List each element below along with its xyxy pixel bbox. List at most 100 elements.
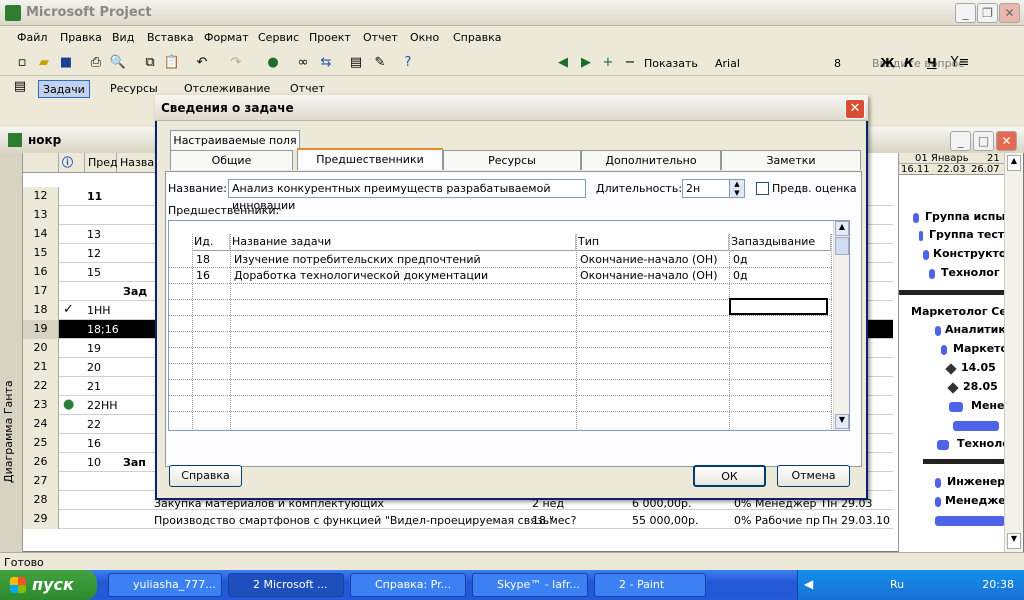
row-id[interactable]: 15 — [23, 244, 59, 263]
row-id[interactable]: 17 — [23, 282, 59, 301]
row-id[interactable]: 24 — [23, 415, 59, 434]
row-id[interactable]: 19 — [23, 320, 59, 339]
row-predecessors[interactable]: 18;16 — [87, 323, 119, 336]
row-id[interactable]: 29 — [23, 510, 59, 529]
row-predecessors[interactable]: 22НН — [87, 399, 118, 412]
cancel-button[interactable]: Отмена — [777, 465, 850, 487]
vertical-scrollbar[interactable]: ▲ ▼ — [1004, 153, 1023, 552]
dialog-close-icon[interactable]: ✕ — [845, 99, 865, 119]
guide-icon[interactable]: ▤ — [10, 77, 30, 97]
gantt-bar[interactable] — [935, 497, 941, 507]
font-size-select[interactable]: 8 — [834, 57, 841, 70]
split-icon[interactable]: ⇆ — [316, 53, 336, 73]
menu-report[interactable]: Отчет — [363, 31, 398, 44]
grid-cell-type[interactable]: Окончание-начало (ОН) — [578, 268, 717, 284]
row-id[interactable]: 12 — [23, 187, 59, 206]
gantt-summary-bar[interactable] — [923, 459, 1005, 464]
grid-scroll-up-icon[interactable]: ▲ — [835, 221, 849, 236]
bold-button[interactable]: Ж — [880, 56, 895, 70]
menu-tools[interactable]: Сервис — [258, 31, 299, 44]
row-id[interactable]: 26 — [23, 453, 59, 472]
grid-cell-lag[interactable]: 0д — [731, 252, 748, 268]
gantt-bar[interactable] — [929, 269, 935, 279]
row-id[interactable]: 16 — [23, 263, 59, 282]
tab-notes[interactable]: Заметки — [721, 150, 861, 170]
grid-header-id[interactable]: Ид. — [192, 234, 230, 251]
gantt-bar[interactable] — [935, 516, 1005, 526]
paste-icon[interactable]: 📋 — [162, 53, 182, 73]
taskbar-item-firefox[interactable]: yuliasha_777... — [108, 573, 222, 597]
menu-view[interactable]: Вид — [112, 31, 134, 44]
row-name[interactable]: Зап — [123, 456, 146, 469]
grid-cell-id[interactable]: 18 — [194, 252, 210, 268]
gantt-bar[interactable] — [935, 478, 941, 488]
menu-project[interactable]: Проект — [309, 31, 351, 44]
gantt-bar[interactable] — [919, 231, 923, 241]
col-header-id[interactable] — [23, 153, 59, 173]
menu-insert[interactable]: Вставка — [147, 31, 194, 44]
row-predecessors[interactable]: 19 — [87, 342, 101, 355]
child-close-button[interactable]: ✕ — [996, 131, 1017, 151]
resources-button[interactable]: Ресурсы — [106, 80, 162, 98]
underline-button[interactable]: Ч — [927, 56, 937, 70]
language-indicator[interactable]: Ru — [890, 578, 904, 591]
col-header-info[interactable]: ⓘ — [59, 153, 85, 173]
font-name-select[interactable]: Arial — [715, 57, 740, 70]
show-dropdown[interactable]: Показать — [644, 57, 698, 70]
italic-button[interactable]: К — [904, 56, 914, 70]
globe-icon[interactable]: ● — [263, 53, 283, 73]
active-cell[interactable] — [729, 298, 828, 315]
menu-file[interactable]: Файл — [17, 31, 47, 44]
menu-help[interactable]: Справка — [453, 31, 501, 44]
duration-spinner[interactable]: ▲ ▼ — [729, 179, 745, 198]
close-button[interactable]: ✕ — [999, 3, 1020, 23]
row-id[interactable]: 23 — [23, 396, 59, 415]
milestone-icon[interactable] — [945, 363, 957, 375]
minus-icon[interactable]: − — [620, 53, 640, 73]
tab-advanced[interactable]: Дополнительно — [581, 150, 721, 170]
new-icon[interactable]: ▫ — [12, 53, 32, 73]
minimize-button[interactable]: _ — [955, 3, 976, 23]
row-predecessors[interactable]: 20 — [87, 361, 101, 374]
plus-icon[interactable]: + — [598, 53, 618, 73]
row-id[interactable]: 20 — [23, 339, 59, 358]
tab-predecessors[interactable]: Предшественники — [297, 148, 443, 170]
child-minimize-button[interactable]: _ — [950, 131, 971, 151]
tasks-button[interactable]: Задачи — [38, 80, 90, 98]
task-info-icon[interactable]: ▤ — [346, 53, 366, 73]
restore-button[interactable]: ❐ — [977, 3, 998, 23]
undo-icon[interactable]: ↶ — [192, 53, 212, 73]
menu-format[interactable]: Формат — [204, 31, 249, 44]
row-id[interactable]: 14 — [23, 225, 59, 244]
gantt-bar[interactable] — [923, 250, 929, 260]
col-header-pred[interactable]: Пред — [85, 153, 118, 173]
tab-general[interactable]: Общие — [170, 150, 293, 170]
grid-header-lag[interactable]: Запаздывание — [729, 234, 831, 251]
grid-scroll-thumb[interactable] — [835, 237, 849, 255]
gantt-bar[interactable] — [941, 345, 947, 355]
scroll-down-icon[interactable]: ▼ — [1007, 533, 1021, 549]
taskbar-item-project[interactable]: 2 Microsoft ... — [228, 573, 344, 597]
tab-resources[interactable]: Ресурсы — [443, 150, 581, 170]
row-id[interactable]: 27 — [23, 472, 59, 491]
gantt-bar[interactable] — [913, 213, 919, 223]
row-predecessors[interactable]: 21 — [87, 380, 101, 393]
row-predecessors[interactable]: 1НН — [87, 304, 111, 317]
copy-icon[interactable]: ⧉ — [140, 53, 160, 73]
taskbar-item-skype[interactable]: Skype™ - lafr... — [472, 573, 588, 597]
grid-cell-type[interactable]: Окончание-начало (ОН) — [578, 252, 717, 268]
child-maximize-button[interactable]: □ — [973, 131, 994, 151]
row-predecessors[interactable]: 13 — [87, 228, 101, 241]
task-name-field[interactable]: Анализ конкурентных преимуществ разрабат… — [228, 179, 586, 212]
grid-cell-name[interactable]: Изучение потребительских предпочтений — [232, 252, 481, 268]
scroll-up-icon[interactable]: ▲ — [1007, 155, 1021, 171]
gantt-summary-bar[interactable] — [899, 290, 1005, 295]
milestone-icon[interactable] — [947, 382, 959, 394]
gantt-bar[interactable] — [953, 421, 999, 431]
row-id[interactable]: 21 — [23, 358, 59, 377]
print-icon[interactable]: ⎙ — [86, 53, 106, 73]
grid-cell-lag[interactable]: 0д — [731, 268, 748, 284]
col-header-name[interactable]: Назван — [117, 153, 161, 173]
redo-icon[interactable]: ↷ — [226, 53, 246, 73]
grid-header-name[interactable]: Название задачи — [230, 234, 576, 251]
